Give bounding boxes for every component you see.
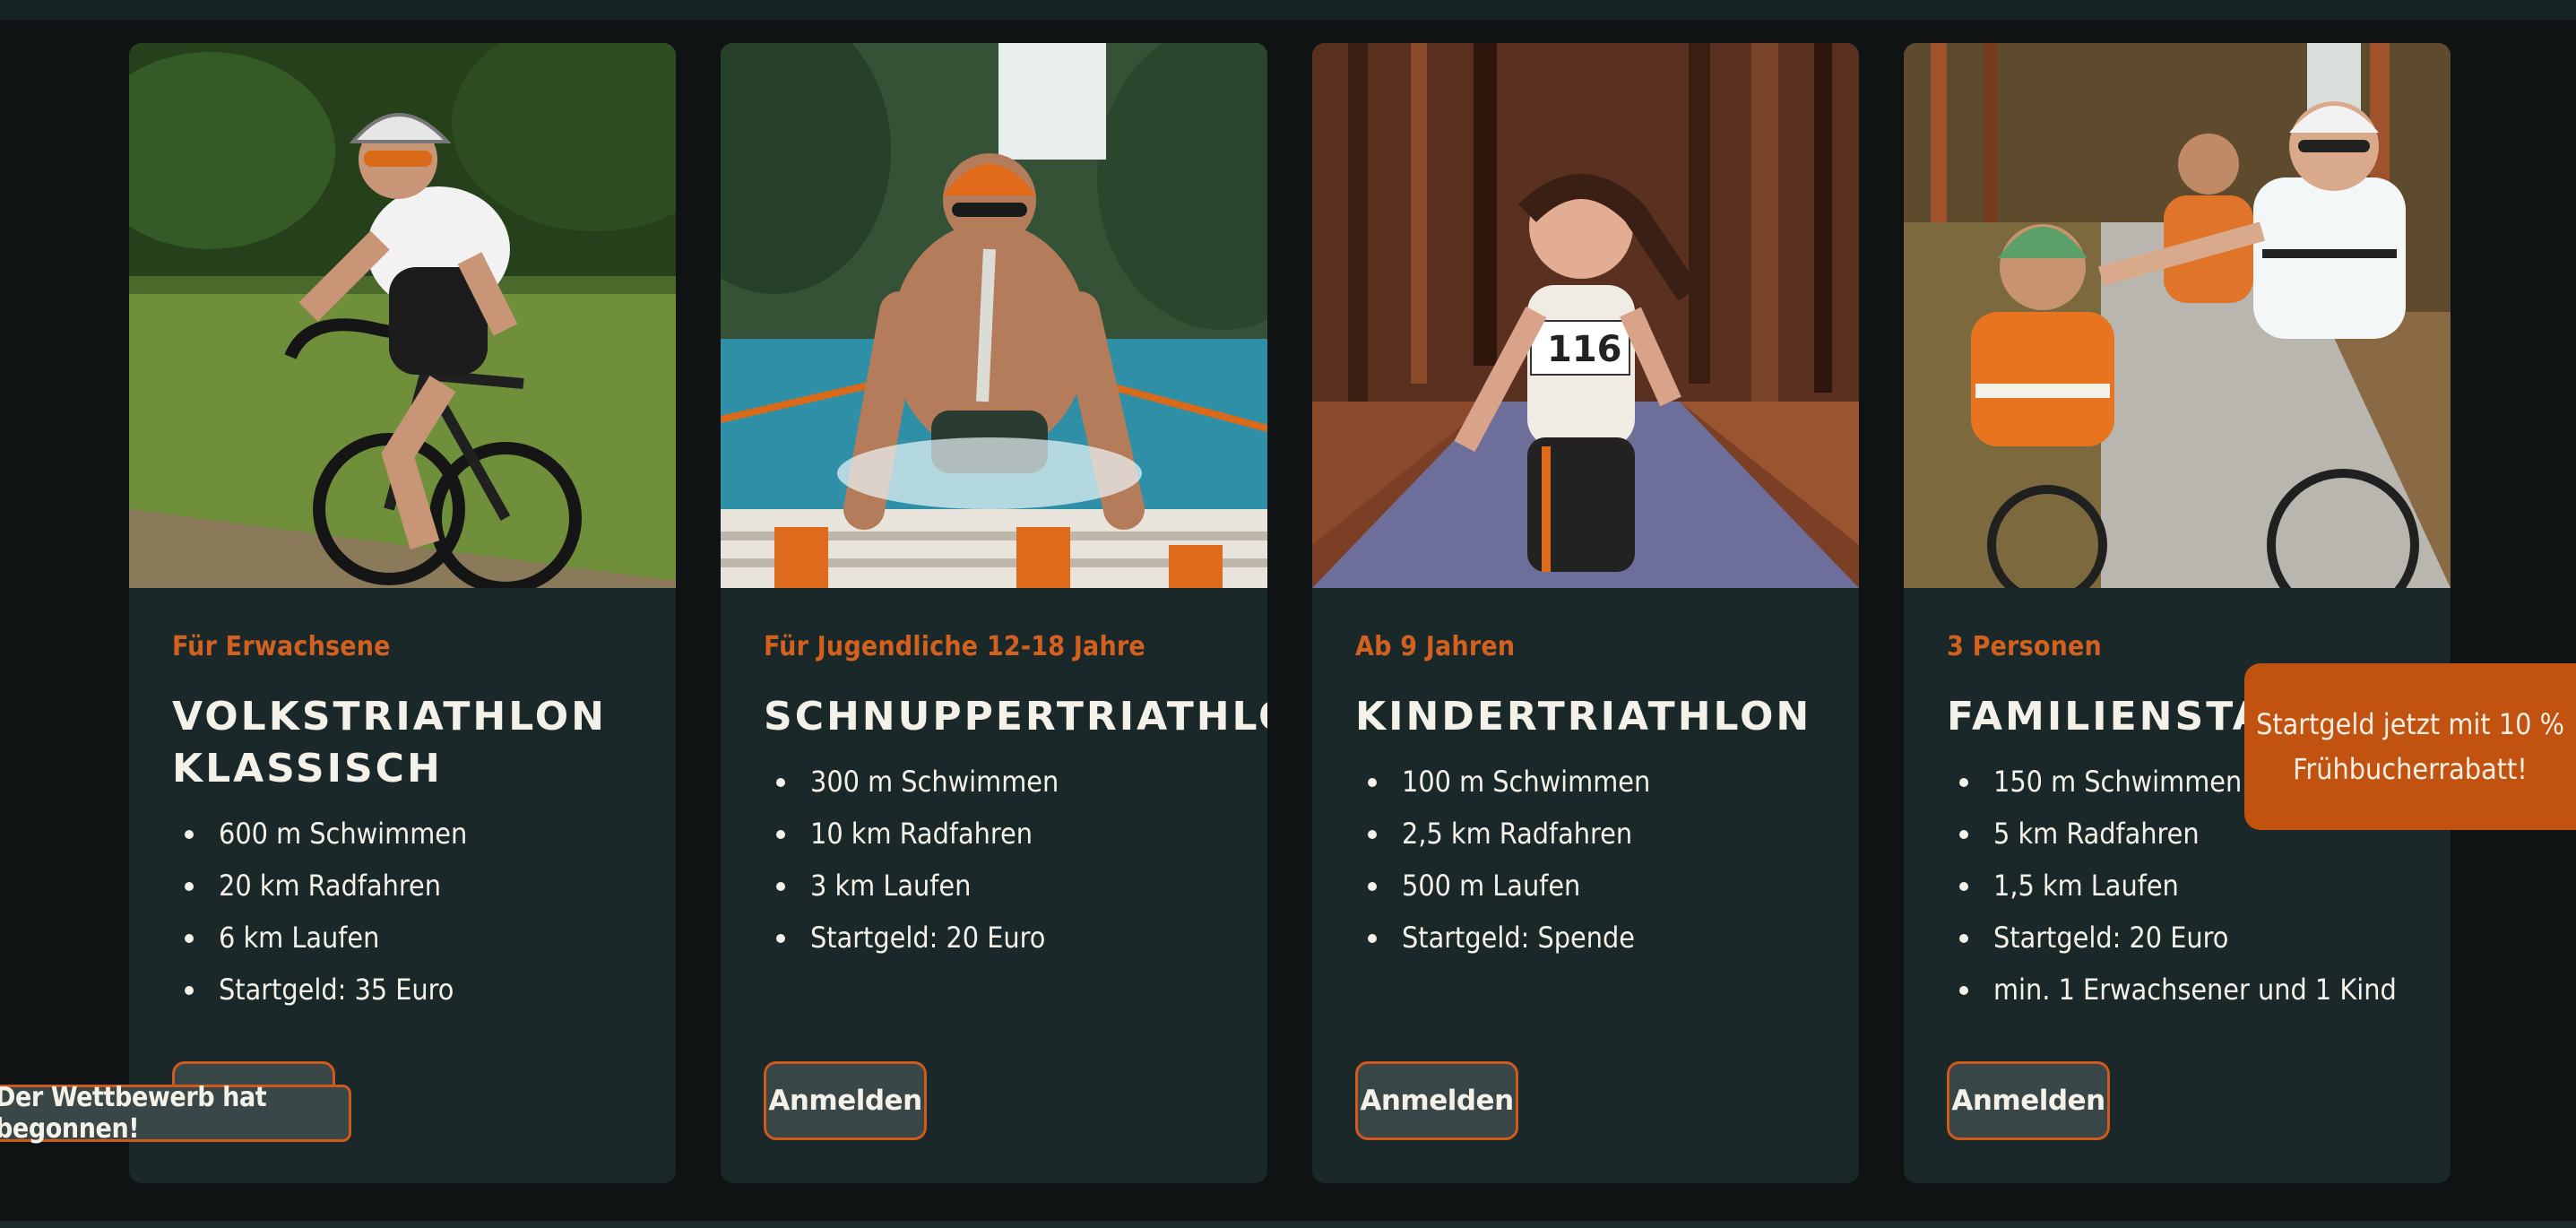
girl-running-icon: 116 xyxy=(1312,43,1859,588)
promo-line: Frühbucherrabatt! xyxy=(2293,752,2528,786)
card-title: Kindertriathlon xyxy=(1355,691,1823,743)
family-cycling-photo xyxy=(1904,43,2451,588)
girl-running-photo: 116 xyxy=(1312,43,1859,588)
list-item: 600 m Schwimmen xyxy=(185,808,640,860)
svg-text:116: 116 xyxy=(1547,329,1622,370)
card-title: Volkstriathlon klassisch xyxy=(172,691,640,795)
card-details-list: 300 m Schwimmen 10 km Radfahren 3 km Lau… xyxy=(764,756,1232,964)
list-item: Startgeld: 35 Euro xyxy=(185,964,640,1016)
event-card-schnuppertriathlon: Für Jugendliche 12-18 Jahre Schnuppertri… xyxy=(721,43,1267,1183)
card-audience-tag: Ab 9 Jahren xyxy=(1355,631,1516,662)
list-item: Startgeld: 20 Euro xyxy=(776,912,1232,964)
event-card-kindertriathlon: 116 Ab 9 Jahren Kindertriathlon 100 m Sc… xyxy=(1312,43,1859,1183)
promo-line: Startgeld jetzt mit 10 % xyxy=(2256,707,2564,741)
list-item: min. 1 Erwachsener und 1 Kind xyxy=(1959,964,2415,1016)
top-strip xyxy=(0,0,2576,20)
swimmer-in-pool-icon xyxy=(721,43,1267,588)
list-item: Startgeld: 20 Euro xyxy=(1959,912,2415,964)
list-item: 100 m Schwimmen xyxy=(1368,756,1823,808)
event-card-volkstriathlon: Für Erwachsene Volkstriathlon klassisch … xyxy=(129,43,676,1183)
swimmer-photo xyxy=(721,43,1267,588)
competition-started-toast[interactable]: Der Wettbewerb hat begonnen! xyxy=(0,1082,351,1145)
list-item: Startgeld: Spende xyxy=(1368,912,1823,964)
card-audience-tag: 3 Personen xyxy=(1947,631,2102,662)
event-card-familienstaffel: 3 Personen Familienstaff 150 m Schwimmen… xyxy=(1904,43,2451,1183)
register-button[interactable]: Anmelden xyxy=(1355,1061,1518,1140)
register-button[interactable]: Anmelden xyxy=(1947,1061,2110,1140)
bottom-strip xyxy=(0,1221,2576,1228)
card-audience-tag: Für Erwachsene xyxy=(172,631,391,662)
card-title-line: klassisch xyxy=(172,746,443,791)
cyclist-on-road-bike-icon xyxy=(129,43,676,588)
card-details-list: 100 m Schwimmen 2,5 km Radfahren 500 m L… xyxy=(1355,756,1823,964)
list-item: 20 km Radfahren xyxy=(185,860,640,912)
early-bird-promo-banner[interactable]: Startgeld jetzt mit 10 % Frühbucherrabat… xyxy=(2244,663,2576,830)
list-item: 2,5 km Radfahren xyxy=(1368,808,1823,860)
card-title: Schnuppertriathlon xyxy=(764,691,1267,743)
card-title-line: Kindertriathlon xyxy=(1355,694,1812,739)
list-item: 500 m Laufen xyxy=(1368,860,1823,912)
register-button[interactable]: Anmelden xyxy=(764,1061,927,1140)
card-title-line: Volkstriathlon xyxy=(172,694,607,739)
card-audience-tag: Für Jugendliche 12-18 Jahre xyxy=(764,631,1145,662)
card-title-line: Schnuppertriathlon xyxy=(764,694,1267,739)
card-details-list: 600 m Schwimmen 20 km Radfahren 6 km Lau… xyxy=(172,808,640,1016)
cyclist-photo xyxy=(129,43,676,588)
family-cycling-icon xyxy=(1904,43,2451,588)
list-item: 1,5 km Laufen xyxy=(1959,860,2415,912)
list-item: 10 km Radfahren xyxy=(776,808,1232,860)
list-item: 300 m Schwimmen xyxy=(776,756,1232,808)
list-item: 3 km Laufen xyxy=(776,860,1232,912)
list-item: 6 km Laufen xyxy=(185,912,640,964)
